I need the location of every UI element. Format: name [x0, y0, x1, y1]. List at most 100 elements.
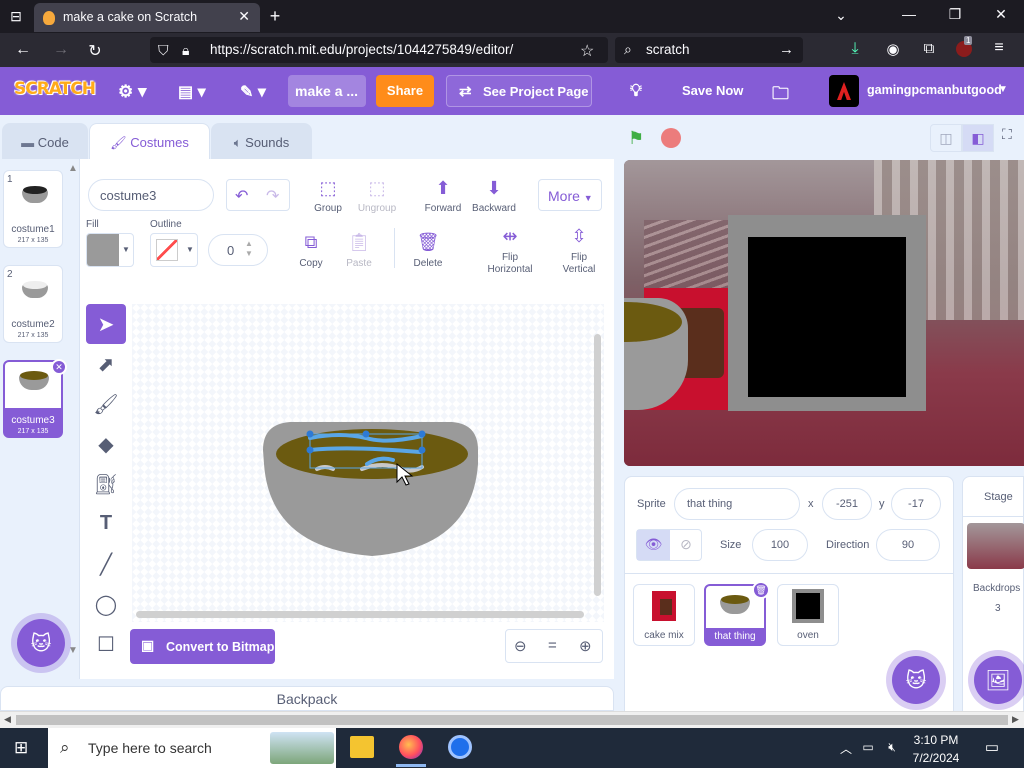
tutorials-lightbulb-icon[interactable]: 💡︎: [630, 81, 642, 101]
sprite-tile-oven[interactable]: oven: [777, 584, 839, 646]
convert-to-bitmap-button[interactable]: ▣ Convert to Bitmap: [130, 629, 275, 664]
fill-color-picker[interactable]: ▼: [86, 233, 134, 267]
tab-costumes[interactable]: 🖌︎ Costumes: [89, 123, 210, 159]
paste-icon[interactable]: 📋︎: [344, 232, 374, 253]
save-now-button[interactable]: Save Now: [682, 83, 743, 98]
list-scroll-down-icon[interactable]: ▼: [68, 645, 78, 656]
copy-label[interactable]: Copy: [291, 258, 331, 269]
flip-vertical-label[interactable]: Flip Vertical: [556, 252, 602, 276]
ungroup-label[interactable]: Ungroup: [353, 203, 401, 214]
minimize-icon[interactable]: —: [900, 6, 918, 22]
show-eye-icon[interactable]: 👁︎: [637, 530, 670, 560]
costume-tile-1[interactable]: 1 costume1 217 x 135: [3, 170, 63, 248]
scratch-logo[interactable]: SCRATCH: [14, 79, 96, 99]
taskbar-time[interactable]: 3:10 PM: [906, 733, 966, 747]
paint-canvas[interactable]: [132, 304, 604, 622]
costume-tile-3[interactable]: 3 costume3 217 x 135 ✕: [3, 359, 67, 438]
line-tool-icon[interactable]: ╱: [86, 544, 126, 584]
file-menu-icon[interactable]: ▤ ▾: [178, 82, 206, 102]
large-stage-icon[interactable]: ◧: [962, 124, 994, 152]
username[interactable]: gamingpcmanbutgood: [867, 83, 1002, 97]
close-tab-icon[interactable]: ✕: [238, 8, 250, 25]
undo-icon[interactable]: ↶: [235, 186, 248, 206]
extensions-icon[interactable]: ⧉: [920, 40, 938, 57]
costume-name-input[interactable]: costume3: [88, 179, 214, 211]
sprite-tile-cake-mix[interactable]: cake mix: [633, 584, 695, 646]
tab-sounds[interactable]: 🔈︎ Sounds: [211, 123, 312, 159]
scroll-right-icon[interactable]: ▶: [1012, 714, 1019, 725]
my-stuff-folder-icon[interactable]: 🗀︎: [772, 81, 789, 110]
downloads-icon[interactable]: ⤓: [846, 40, 864, 58]
account-icon[interactable]: ◉: [884, 40, 902, 58]
paste-label[interactable]: Paste: [339, 258, 379, 269]
eraser-tool-icon[interactable]: ◆: [86, 424, 126, 464]
direction-input[interactable]: 90: [876, 529, 940, 561]
share-button[interactable]: Share: [376, 75, 434, 107]
forward-label[interactable]: Forward: [418, 203, 468, 214]
search-go-icon[interactable]: →: [779, 41, 794, 58]
reshape-tool-icon[interactable]: ⬈: [86, 344, 126, 384]
list-scroll-up-icon[interactable]: ▲: [68, 163, 78, 174]
redo-icon[interactable]: ↷: [266, 186, 279, 206]
window-close-icon[interactable]: ✕: [992, 6, 1010, 23]
bookmark-star-icon[interactable]: ☆: [580, 41, 594, 61]
browser-tab[interactable]: make a cake on Scratch ✕: [34, 3, 260, 32]
choose-costume-cat-icon[interactable]: 🐱︎: [17, 619, 65, 667]
back-icon[interactable]: ←: [14, 41, 32, 59]
lock-icon[interactable]: 🔒︎: [182, 42, 189, 59]
delete-sprite-icon[interactable]: 🗑︎: [752, 581, 770, 599]
new-tab-icon[interactable]: +: [266, 6, 284, 27]
brush-tool-icon[interactable]: 🖌︎: [86, 384, 126, 424]
extension-shield-icon[interactable]: 1: [956, 36, 973, 57]
stage[interactable]: [624, 160, 1024, 466]
green-flag-icon[interactable]: ⚑: [628, 128, 650, 148]
forward-layer-icon[interactable]: ⬆: [428, 178, 458, 199]
network-icon[interactable]: ▭: [860, 740, 876, 754]
list-all-tabs-icon[interactable]: ⌄: [832, 7, 850, 24]
outline-width-input[interactable]: 0 ▲ ▼: [208, 234, 268, 266]
backward-label[interactable]: Backward: [469, 203, 519, 214]
settings-gear-icon[interactable]: ⚙ ▾: [118, 82, 147, 102]
sprite-tile-that-thing[interactable]: that thing 🗑︎: [704, 581, 770, 646]
flip-horizontal-label[interactable]: Flip Horizontal: [480, 252, 540, 276]
forward-icon[interactable]: →: [52, 41, 70, 59]
tab-code[interactable]: ▬ Code: [2, 123, 88, 159]
account-chevron-down-icon[interactable]: ▼: [998, 84, 1008, 95]
circle-tool-icon[interactable]: ◯: [86, 584, 126, 624]
backward-layer-icon[interactable]: ⬇: [479, 178, 509, 199]
x-input[interactable]: -251: [822, 488, 872, 520]
rectangle-tool-icon[interactable]: ☐: [86, 624, 126, 664]
firefox-icon[interactable]: [399, 735, 423, 759]
shield-icon[interactable]: ⛉: [158, 42, 169, 59]
delete-trash-icon[interactable]: 🗑︎: [413, 232, 443, 253]
scroll-left-icon[interactable]: ◀: [4, 714, 11, 725]
fullscreen-icon[interactable]: ⛶: [1002, 126, 1024, 150]
zoom-in-icon[interactable]: ⊕: [579, 637, 592, 655]
group-label[interactable]: Group: [305, 203, 351, 214]
oven-sprite[interactable]: [728, 215, 926, 411]
canvas-horizontal-scrollbar[interactable]: [136, 611, 584, 618]
size-input[interactable]: 100: [752, 529, 808, 561]
zoom-reset-icon[interactable]: =: [548, 637, 557, 654]
delete-label[interactable]: Delete: [406, 258, 450, 269]
app-menu-icon[interactable]: ≡: [990, 39, 1008, 57]
choose-backdrop-icon[interactable]: 🖼︎: [974, 656, 1022, 704]
reload-icon[interactable]: ↻: [86, 41, 104, 61]
search-bar[interactable]: ⌕ scratch →: [615, 37, 803, 63]
costume-tile-2[interactable]: 2 costume2 217 x 135: [3, 265, 63, 343]
project-title-input[interactable]: make a ...: [288, 75, 366, 107]
copy-icon[interactable]: ⧉: [296, 232, 326, 253]
user-avatar[interactable]: [829, 75, 859, 107]
zoom-out-icon[interactable]: ⊖: [514, 637, 527, 655]
text-tool-icon[interactable]: T: [86, 504, 126, 544]
choose-sprite-cat-icon[interactable]: 🐱︎: [892, 656, 940, 704]
small-stage-icon[interactable]: ◫: [930, 124, 962, 152]
y-input[interactable]: -17: [891, 488, 941, 520]
see-project-page-button[interactable]: ⇄ See Project Page: [446, 75, 592, 107]
sprite-name-input[interactable]: that thing: [674, 488, 800, 520]
tab-list-icon[interactable]: ⊟: [8, 8, 24, 25]
hide-eye-icon[interactable]: ⊘: [670, 530, 702, 560]
page-horizontal-scrollbar[interactable]: ◀ ▶: [0, 711, 1024, 728]
taskbar-search-box[interactable]: ⌕ Type here to search: [48, 728, 336, 768]
group-icon[interactable]: ⬚: [313, 178, 343, 199]
